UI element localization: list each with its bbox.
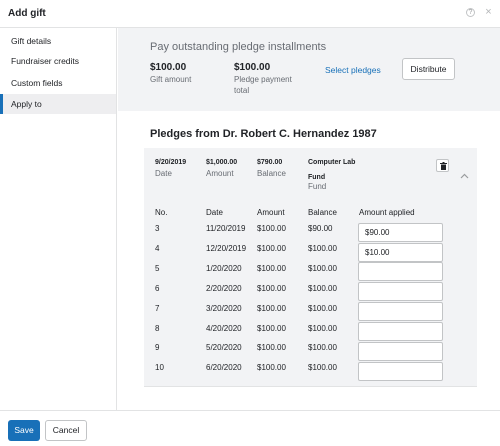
trash-icon bbox=[440, 162, 447, 170]
amount-applied-input[interactable] bbox=[358, 362, 443, 381]
chevron-up-icon[interactable] bbox=[460, 173, 469, 179]
row-date: 11/20/2019 bbox=[206, 224, 246, 233]
col-header-amount-applied: Amount applied bbox=[359, 208, 415, 217]
amount-applied-input[interactable] bbox=[358, 282, 443, 301]
pledge-fund-label: Fund bbox=[308, 182, 327, 191]
sidebar-nav: Gift details Fundraiser credits Custom f… bbox=[0, 28, 117, 410]
sidebar-item-gift-details[interactable]: Gift details bbox=[0, 31, 116, 51]
distribute-button[interactable]: Distribute bbox=[402, 58, 455, 80]
col-header-date: Date bbox=[206, 208, 223, 217]
row-amount: $100.00 bbox=[257, 284, 286, 293]
row-balance: $100.00 bbox=[308, 363, 337, 372]
col-header-no: No. bbox=[155, 208, 168, 217]
pledge-date-value: 9/20/2019 bbox=[155, 159, 187, 166]
question-circle-icon[interactable]: ? bbox=[466, 8, 475, 17]
pledge-card-divider bbox=[144, 386, 477, 387]
sidebar-item-custom-fields[interactable]: Custom fields bbox=[0, 73, 116, 93]
row-amount: $100.00 bbox=[257, 224, 286, 233]
row-amount: $100.00 bbox=[257, 304, 286, 313]
row-balance: $100.00 bbox=[308, 284, 337, 293]
amount-applied-input[interactable] bbox=[358, 223, 443, 242]
cancel-button[interactable]: Cancel bbox=[45, 420, 87, 441]
amount-applied-input[interactable] bbox=[358, 262, 443, 281]
row-date: 4/20/2020 bbox=[206, 324, 242, 333]
col-header-balance: Balance bbox=[308, 208, 337, 217]
col-header-amount: Amount bbox=[257, 208, 285, 217]
pledge-payment-total-label: Pledge payment total bbox=[234, 74, 292, 96]
sidebar-item-fundraiser-credits[interactable]: Fundraiser credits bbox=[0, 51, 116, 71]
row-balance: $100.00 bbox=[308, 343, 337, 352]
close-icon[interactable]: × bbox=[484, 7, 493, 18]
dialog-footer: Save Cancel bbox=[0, 410, 500, 446]
pledge-payment-total-value: $100.00 bbox=[234, 62, 271, 73]
row-no: 10 bbox=[155, 363, 164, 372]
row-no: 5 bbox=[155, 264, 160, 273]
pledge-balance-value: $790.00 bbox=[257, 159, 283, 166]
dialog-title: Add gift bbox=[8, 8, 46, 19]
gift-amount-value: $100.00 bbox=[150, 62, 187, 73]
row-no: 8 bbox=[155, 324, 160, 333]
summary-panel: Pay outstanding pledge installments $100… bbox=[118, 28, 500, 111]
pledge-payment-total-label-line2: total bbox=[234, 86, 250, 95]
row-no: 6 bbox=[155, 284, 160, 293]
amount-applied-input[interactable] bbox=[358, 302, 443, 321]
pledge-date-label: Date bbox=[155, 169, 172, 178]
row-balance: $100.00 bbox=[308, 264, 337, 273]
row-amount: $100.00 bbox=[257, 264, 286, 273]
row-date: 3/20/2020 bbox=[206, 304, 242, 313]
pledge-amount-value: $1,000.00 bbox=[206, 159, 238, 166]
row-date: 2/20/2020 bbox=[206, 284, 242, 293]
row-balance: $100.00 bbox=[308, 324, 337, 333]
pledge-fund-value: Computer Lab bbox=[308, 159, 356, 166]
select-pledges-link[interactable]: Select pledges bbox=[325, 65, 381, 75]
pledges-title: Pledges from Dr. Robert C. Hernandez 198… bbox=[150, 128, 377, 140]
row-date: 5/20/2020 bbox=[206, 343, 242, 352]
row-no: 9 bbox=[155, 343, 160, 352]
row-no: 4 bbox=[155, 244, 160, 253]
row-amount: $100.00 bbox=[257, 244, 286, 253]
row-balance: $90.00 bbox=[308, 224, 333, 233]
row-no: 7 bbox=[155, 304, 160, 313]
row-amount: $100.00 bbox=[257, 343, 286, 352]
row-amount: $100.00 bbox=[257, 324, 286, 333]
dialog-header: Add gift ? × bbox=[0, 0, 500, 28]
amount-applied-input[interactable] bbox=[358, 322, 443, 341]
row-date: 6/20/2020 bbox=[206, 363, 242, 372]
pledge-balance-label: Balance bbox=[257, 169, 286, 178]
row-date: 12/20/2019 bbox=[206, 244, 247, 253]
pledge-fund-value-line2: Fund bbox=[308, 174, 326, 181]
row-balance: $100.00 bbox=[308, 244, 337, 253]
row-date: 1/20/2020 bbox=[206, 264, 242, 273]
amount-applied-input[interactable] bbox=[358, 342, 443, 361]
delete-pledge-button[interactable] bbox=[436, 159, 449, 172]
amount-applied-input[interactable] bbox=[358, 243, 443, 262]
row-amount: $100.00 bbox=[257, 363, 286, 372]
gift-amount-label: Gift amount bbox=[150, 75, 192, 84]
main-panel: Pay outstanding pledge installments $100… bbox=[118, 28, 500, 410]
sidebar-item-apply-to[interactable]: Apply to bbox=[0, 94, 116, 114]
row-no: 3 bbox=[155, 224, 160, 233]
summary-title: Pay outstanding pledge installments bbox=[150, 41, 327, 53]
row-balance: $100.00 bbox=[308, 304, 337, 313]
save-button[interactable]: Save bbox=[8, 420, 40, 441]
pledge-payment-total-label-line1: Pledge payment bbox=[234, 75, 292, 84]
pledge-amount-label: Amount bbox=[206, 169, 234, 178]
